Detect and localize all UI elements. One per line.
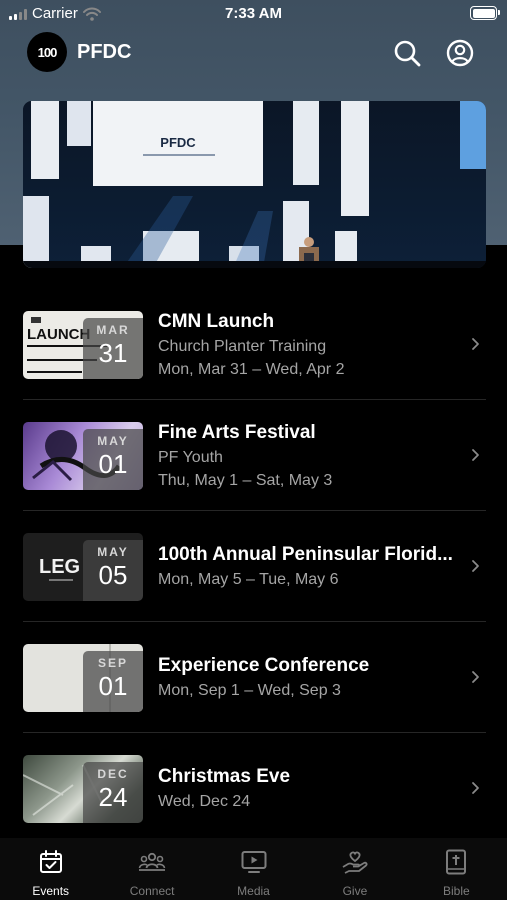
chevron-right-icon: [472, 782, 479, 794]
event-row[interactable]: LAUNCH MAR 31 CMN Launch Church Planter …: [0, 289, 507, 400]
event-row[interactable]: MAY 01 Fine Arts Festival PF Youth Thu, …: [0, 400, 507, 511]
event-title: Fine Arts Festival: [158, 422, 316, 443]
tab-connect[interactable]: Connect: [101, 838, 202, 900]
event-list: LAUNCH MAR 31 CMN Launch Church Planter …: [0, 289, 507, 844]
tab-bible[interactable]: Bible: [406, 838, 507, 900]
thumb-text: LAUNCH: [27, 326, 90, 343]
date-badge: MAR 31: [83, 318, 143, 379]
hero-image: PFDC: [23, 101, 486, 268]
badge-day: 24: [98, 782, 128, 812]
people-icon: [138, 852, 166, 871]
date-badge: MAY 05: [83, 540, 143, 601]
event-title: 100th Annual Peninsular Florid...: [158, 544, 453, 565]
event-title: Christmas Eve: [158, 766, 291, 787]
badge-day: 01: [98, 671, 128, 701]
search-icon[interactable]: [392, 38, 422, 68]
event-text: Fine Arts Festival PF Youth Thu, May 1 –…: [158, 422, 465, 490]
tab-label: Bible: [442, 884, 470, 898]
account-icon[interactable]: [445, 38, 475, 68]
event-title: Experience Conference: [158, 655, 370, 676]
status-bar: Carrier 7:33 AM: [0, 0, 507, 28]
tab-media[interactable]: Media: [203, 838, 304, 900]
event-dates: Mon, May 5 – Tue, May 6: [158, 571, 339, 588]
event-dates: Mon, Sep 1 – Wed, Sep 3: [158, 682, 341, 699]
event-row[interactable]: LEG MAY 05 100th Annual Peninsular Flori…: [0, 511, 507, 622]
badge-month: SEP: [97, 656, 128, 670]
event-thumbnail: DEC 24: [23, 755, 143, 823]
tab-bar: Events Connect Media Give Bible: [0, 838, 507, 900]
event-text: 100th Annual Peninsular Florid... Mon, M…: [158, 544, 465, 589]
battery-icon: [470, 6, 500, 20]
tab-label: Media: [237, 884, 270, 898]
chevron-right-icon: [472, 449, 479, 461]
tab-give[interactable]: Give: [304, 838, 405, 900]
app-logo[interactable]: 100: [27, 32, 67, 72]
badge-month: DEC: [97, 767, 129, 781]
badge-day: 31: [98, 338, 128, 368]
date-badge: DEC 24: [83, 762, 143, 823]
event-thumbnail: MAY 01: [23, 422, 143, 490]
badge-day: 05: [98, 560, 128, 590]
app-title: PFDC: [77, 41, 132, 63]
logo-text: 100: [37, 44, 58, 60]
chevron-right-icon: [472, 338, 479, 350]
event-thumbnail: LEG MAY 05: [23, 533, 143, 601]
thumb-text: LEG: [39, 556, 80, 578]
event-text: CMN Launch Church Planter Training Mon, …: [158, 311, 465, 379]
hand-heart-icon: [342, 851, 368, 874]
event-text: Experience Conference Mon, Sep 1 – Wed, …: [158, 655, 465, 700]
event-title: CMN Launch: [158, 311, 275, 332]
date-badge: SEP 01: [83, 651, 143, 712]
hero-banner[interactable]: PFDC: [23, 101, 486, 268]
event-text: Christmas Eve Wed, Dec 24: [158, 766, 465, 811]
chevron-right-icon: [472, 671, 479, 683]
tab-label: Give: [342, 884, 368, 898]
calendar-icon: [39, 850, 62, 873]
badge-month: MAY: [97, 545, 129, 559]
app-header: 100 PFDC: [0, 30, 507, 76]
event-row[interactable]: DEC 24 Christmas Eve Wed, Dec 24: [0, 733, 507, 844]
event-subtitle: Church Planter Training: [158, 338, 327, 355]
bible-icon: [446, 849, 467, 875]
date-badge: MAY 01: [83, 429, 143, 490]
play-screen-icon: [241, 851, 267, 873]
chevron-right-icon: [472, 560, 479, 572]
event-subtitle: PF Youth: [158, 449, 223, 466]
event-thumbnail: LAUNCH MAR 31: [23, 311, 143, 379]
event-dates: Wed, Dec 24: [158, 793, 251, 810]
tab-events[interactable]: Events: [0, 838, 101, 900]
hero-screen-text: PFDC: [160, 135, 196, 150]
badge-month: MAR: [96, 323, 130, 337]
event-dates: Mon, Mar 31 – Wed, Apr 2: [158, 361, 345, 378]
event-row[interactable]: SEP 01 Experience Conference Mon, Sep 1 …: [0, 622, 507, 733]
tab-label: Events: [32, 884, 70, 898]
event-dates: Thu, May 1 – Sat, May 3: [158, 472, 333, 489]
event-thumbnail: SEP 01: [23, 644, 143, 712]
status-time: 7:33 AM: [225, 5, 282, 22]
tab-label: Connect: [129, 884, 175, 898]
badge-month: MAY: [97, 434, 129, 448]
badge-day: 01: [98, 449, 128, 479]
